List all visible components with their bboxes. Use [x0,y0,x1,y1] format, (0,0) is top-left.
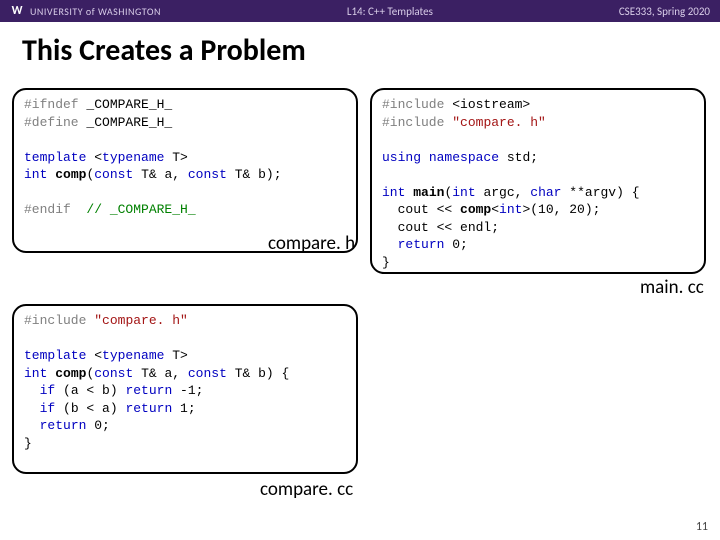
code-token: (b < a) [55,401,125,416]
code-token: const [94,366,133,381]
code-token: _COMPARE_H_ [79,115,173,130]
code-token: < [86,348,102,363]
code-token: typename [102,150,164,165]
code-token: T& a, [133,167,188,182]
code-token: #ifndef [24,97,79,112]
caption-compare-cc: compare. cc [260,478,353,501]
code-token: return [40,418,87,433]
code-box-compare-h: #ifndef _COMPARE_H_ #define _COMPARE_H_ … [12,88,358,253]
code-token: } [382,255,390,270]
lecture-label: L14: C++ Templates [347,5,433,18]
code-box-main-cc: #include <iostream> #include "compare. h… [370,88,706,274]
code-token [24,418,40,433]
code-token: const [94,167,133,182]
code-token [24,401,40,416]
code-token: 0; [86,418,109,433]
code-token: namespace [429,150,499,165]
code-token: comp [55,167,86,182]
code-token: "compare. h" [94,313,188,328]
code-token: _COMPARE_H_ [79,97,173,112]
code-token: -1; [172,383,203,398]
code-token [421,150,429,165]
code-token: comp [55,366,86,381]
code-token: int [24,366,47,381]
code-token: 0; [444,237,467,252]
caption-compare-h: compare. h [268,232,355,255]
code-token: <iostream> [444,97,530,112]
code-token: T> [164,150,187,165]
code-token: cout << [382,202,460,217]
code-token: const [188,167,227,182]
code-token: int [382,185,405,200]
slide-header: W UNIVERSITY of WASHINGTON L14: C++ Temp… [0,0,720,22]
code-token: int [499,202,522,217]
code-token: if [40,383,56,398]
code-token: T& a, [133,366,188,381]
code-token [71,202,87,217]
code-token: using [382,150,421,165]
caption-main-cc: main. cc [640,276,704,299]
code-token: "compare. h" [452,115,546,130]
code-token: #include [382,115,444,130]
header-left: W UNIVERSITY of WASHINGTON [10,4,161,18]
code-token: return [125,401,172,416]
code-token [24,383,40,398]
code-token: } [24,436,32,451]
code-token: int [24,167,47,182]
code-token: < [491,202,499,217]
code-token: 1; [172,401,195,416]
code-token: // _COMPARE_H_ [86,202,195,217]
code-token: const [188,366,227,381]
course-label: CSE333, Spring 2020 [619,5,710,18]
slide-title: This Creates a Problem [22,32,720,69]
uw-logo-icon: W [10,4,24,18]
code-token: argc, [476,185,531,200]
code-token: return [125,383,172,398]
code-token: < [86,150,102,165]
code-token: **argv) { [561,185,639,200]
code-token: template [24,348,86,363]
code-token: typename [102,348,164,363]
code-token: #endif [24,202,71,217]
code-box-compare-cc: #include "compare. h" template <typename… [12,304,358,474]
page-number: 11 [696,520,708,534]
code-token: #include [382,97,444,112]
code-token: >(10, 20); [522,202,600,217]
code-token: T& b) { [227,366,289,381]
university-name: UNIVERSITY of WASHINGTON [30,5,161,18]
code-token: int [452,185,475,200]
code-token: T& b); [227,167,282,182]
code-token: template [24,150,86,165]
code-token: if [40,401,56,416]
code-token: char [530,185,561,200]
code-token: (a < b) [55,383,125,398]
code-token: cout << endl; [382,220,499,235]
code-token: #define [24,115,79,130]
code-token: T> [164,348,187,363]
code-token: std; [499,150,538,165]
code-token: return [398,237,445,252]
code-token [382,237,398,252]
code-token: #include [24,313,86,328]
code-token: comp [460,202,491,217]
code-token: main [413,185,444,200]
